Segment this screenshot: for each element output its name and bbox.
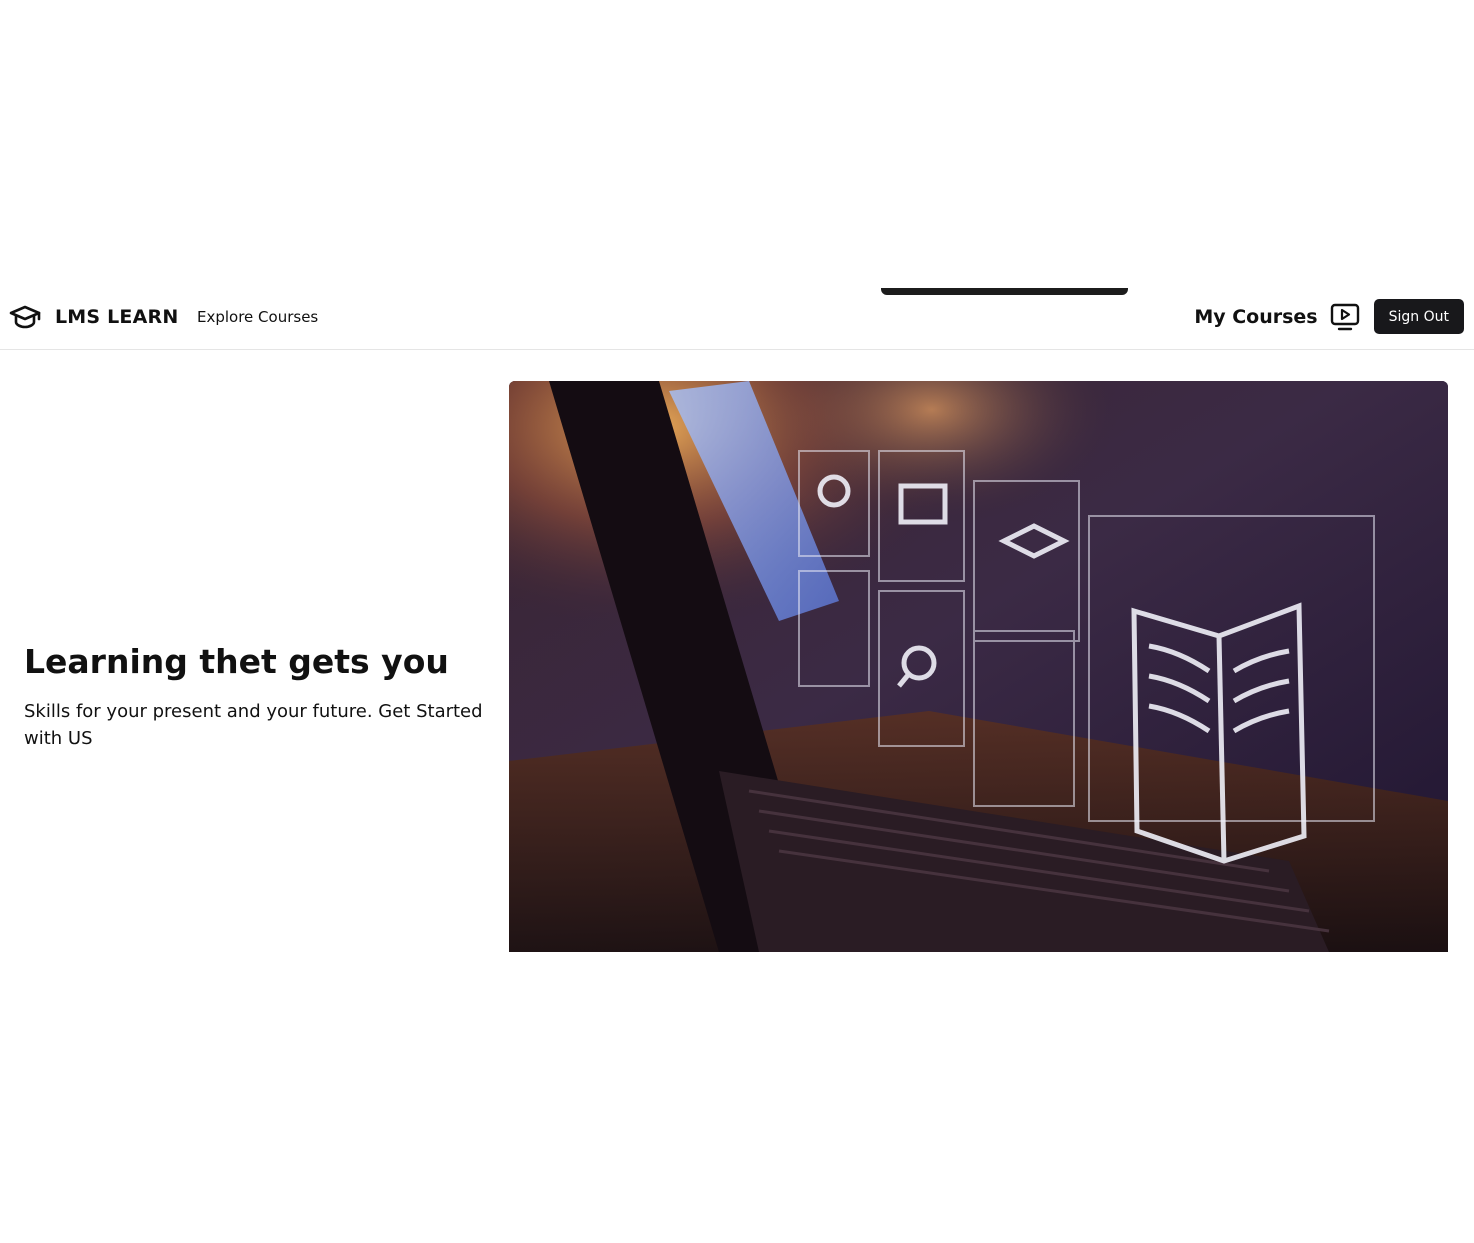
brand-name: LMS LEARN bbox=[55, 306, 179, 328]
hero-image bbox=[509, 381, 1448, 952]
hero-title: Learning thet gets you bbox=[24, 642, 449, 681]
site-header: LMS LEARN Explore Courses My Courses Sig… bbox=[0, 288, 1474, 350]
my-courses-link[interactable]: My Courses bbox=[1194, 303, 1359, 331]
page: LMS LEARN Explore Courses My Courses Sig… bbox=[0, 0, 1474, 1243]
my-courses-label: My Courses bbox=[1194, 305, 1318, 328]
hero-text: Learning thet gets you Skills for your p… bbox=[24, 640, 484, 752]
hero-subtitle: Skills for your present and your future.… bbox=[24, 701, 483, 749]
sign-out-button[interactable]: Sign Out bbox=[1373, 299, 1464, 334]
graduation-cap-icon bbox=[9, 304, 41, 330]
brand-link[interactable]: LMS LEARN bbox=[9, 304, 178, 330]
header-actions: My Courses Sign Out bbox=[1194, 299, 1464, 334]
explore-courses-link[interactable]: Explore Courses bbox=[197, 308, 318, 326]
tv-play-icon bbox=[1330, 303, 1360, 331]
